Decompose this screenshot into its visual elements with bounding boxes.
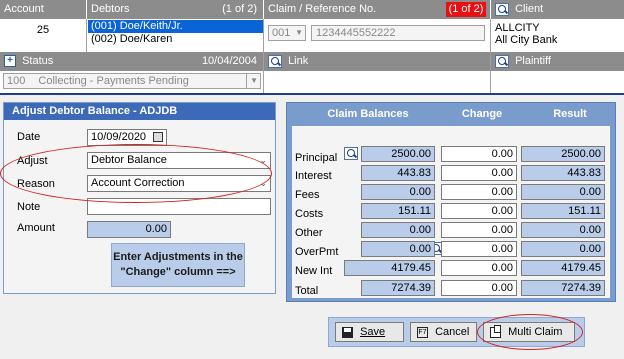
search-icon[interactable]	[268, 54, 282, 68]
result-principal: 2500.00	[521, 146, 605, 162]
claim-principal: 2500.00	[361, 146, 435, 162]
amount-field[interactable]: 0.00	[87, 221, 171, 238]
floppy-disk-icon	[342, 326, 353, 338]
claim-fees: 0.00	[361, 184, 435, 200]
result-other: 0.00	[521, 222, 605, 238]
calendar-icon[interactable]	[153, 132, 163, 142]
search-icon[interactable]	[495, 2, 509, 16]
divider	[263, 19, 264, 94]
divider	[86, 19, 87, 52]
result-total: 7274.39	[521, 280, 605, 296]
change-other[interactable]: 0.00	[441, 222, 517, 238]
change-fees[interactable]: 0.00	[441, 184, 517, 200]
claim-select[interactable]: 001 ▼	[268, 25, 306, 41]
save-label: Save	[360, 326, 386, 338]
chevron-down-icon: ▼	[295, 28, 303, 37]
row-label-new-int: New Int	[295, 265, 333, 277]
hint-line-2: "Change" column ==>	[120, 266, 236, 278]
amount-label: Amount	[17, 222, 55, 234]
status-header: + Status 10/04/2004	[0, 52, 263, 71]
debtor-item-selected[interactable]: (001) Doe/Keith/Jr.	[88, 20, 263, 33]
client-label: Client	[515, 3, 544, 15]
row-label-total: Total	[295, 285, 319, 297]
col-header-claim: Claim Balances	[327, 108, 409, 120]
client-name: All City Bank	[495, 34, 558, 46]
result-new-int: 4179.45	[521, 260, 605, 276]
search-icon[interactable]	[495, 54, 509, 68]
row-label-interest: Interest	[295, 170, 332, 182]
change-overpmt[interactable]: 0.00	[441, 241, 517, 257]
search-icon[interactable]	[344, 147, 358, 160]
cancel-label: Cancel	[435, 326, 470, 338]
date-value: 10/09/2020	[91, 131, 147, 143]
result-fees: 0.00	[521, 184, 605, 200]
cancel-button[interactable]: F7 Cancel	[410, 322, 477, 342]
link-header: Link	[264, 52, 490, 71]
result-interest: 443.83	[521, 165, 605, 181]
claim-overpmt: 0.00	[361, 241, 435, 257]
change-interest[interactable]: 0.00	[441, 165, 517, 181]
status-select[interactable]: 100 Collecting - Payments Pending ▼	[3, 73, 261, 89]
status-code: 100	[7, 75, 26, 87]
status-label: Status	[22, 55, 54, 67]
result-overpmt: 0.00	[521, 241, 605, 257]
row-label-principal: Principal	[295, 152, 338, 164]
debtor-item[interactable]: (002) Doe/Karen	[88, 33, 263, 46]
claim-count-badge: (1 of 2)	[446, 2, 486, 17]
panel-title: Adjust Debtor Balance - ADJDB	[4, 103, 275, 120]
highlight-ellipse	[477, 314, 583, 350]
client-code: ALLCITY	[495, 22, 540, 34]
status-text: Collecting - Payments Pending	[38, 75, 189, 87]
row-label-costs: Costs	[295, 208, 324, 220]
change-total[interactable]: 0.00	[441, 280, 517, 296]
account-header: Account	[0, 0, 86, 19]
hint-line-1: Enter Adjustments in the	[113, 251, 243, 263]
debtors-count: (1 of 2)	[222, 3, 257, 15]
date-label: Date	[17, 131, 41, 143]
debtors-label: Debtors	[91, 3, 130, 15]
claim-reference-field[interactable]: 1234445552222	[311, 25, 485, 41]
claim-new-int: 4179.45	[344, 260, 435, 276]
client-header: Client	[491, 0, 624, 19]
row-label-other: Other	[295, 227, 323, 239]
plaintiff-label: Plaintiff	[515, 55, 551, 67]
highlight-ellipse	[0, 144, 272, 203]
result-costs: 151.11	[521, 203, 605, 219]
link-label: Link	[288, 55, 309, 67]
divider	[490, 19, 491, 94]
col-header-change: Change	[461, 108, 503, 120]
note-label: Note	[17, 201, 41, 213]
col-header-result: Result	[553, 108, 587, 120]
claim-total: 7274.39	[361, 280, 435, 296]
cancel-icon: F7	[417, 326, 428, 338]
claim-interest: 443.83	[361, 165, 435, 181]
change-costs[interactable]: 0.00	[441, 203, 517, 219]
save-button[interactable]: Save	[335, 322, 404, 342]
change-new-int[interactable]: 0.00	[441, 260, 517, 276]
calendar-plus-icon[interactable]: +	[4, 55, 16, 68]
debtors-header: Debtors (1 of 2)	[87, 0, 263, 19]
plaintiff-header: Plaintiff	[491, 52, 624, 71]
row-label-overpmt: OverPmt	[295, 246, 339, 258]
account-label: Account	[4, 3, 44, 15]
row-label-fees: Fees	[295, 189, 320, 201]
divider	[0, 93, 624, 95]
debtors-list[interactable]: (001) Doe/Keith/Jr. (002) Doe/Karen	[88, 20, 263, 50]
claim-costs: 151.11	[361, 203, 435, 219]
account-value[interactable]: 25	[0, 24, 86, 36]
status-date: 10/04/2004	[201, 55, 257, 67]
claim-other: 0.00	[361, 222, 435, 238]
claim-label: Claim / Reference No.	[268, 3, 377, 15]
claim-select-value: 001	[272, 27, 291, 39]
change-principal[interactable]: 0.00	[441, 146, 517, 162]
chevron-down-icon: ▼	[246, 74, 258, 88]
hint-box: Enter Adjustments in the "Change" column…	[111, 243, 245, 287]
